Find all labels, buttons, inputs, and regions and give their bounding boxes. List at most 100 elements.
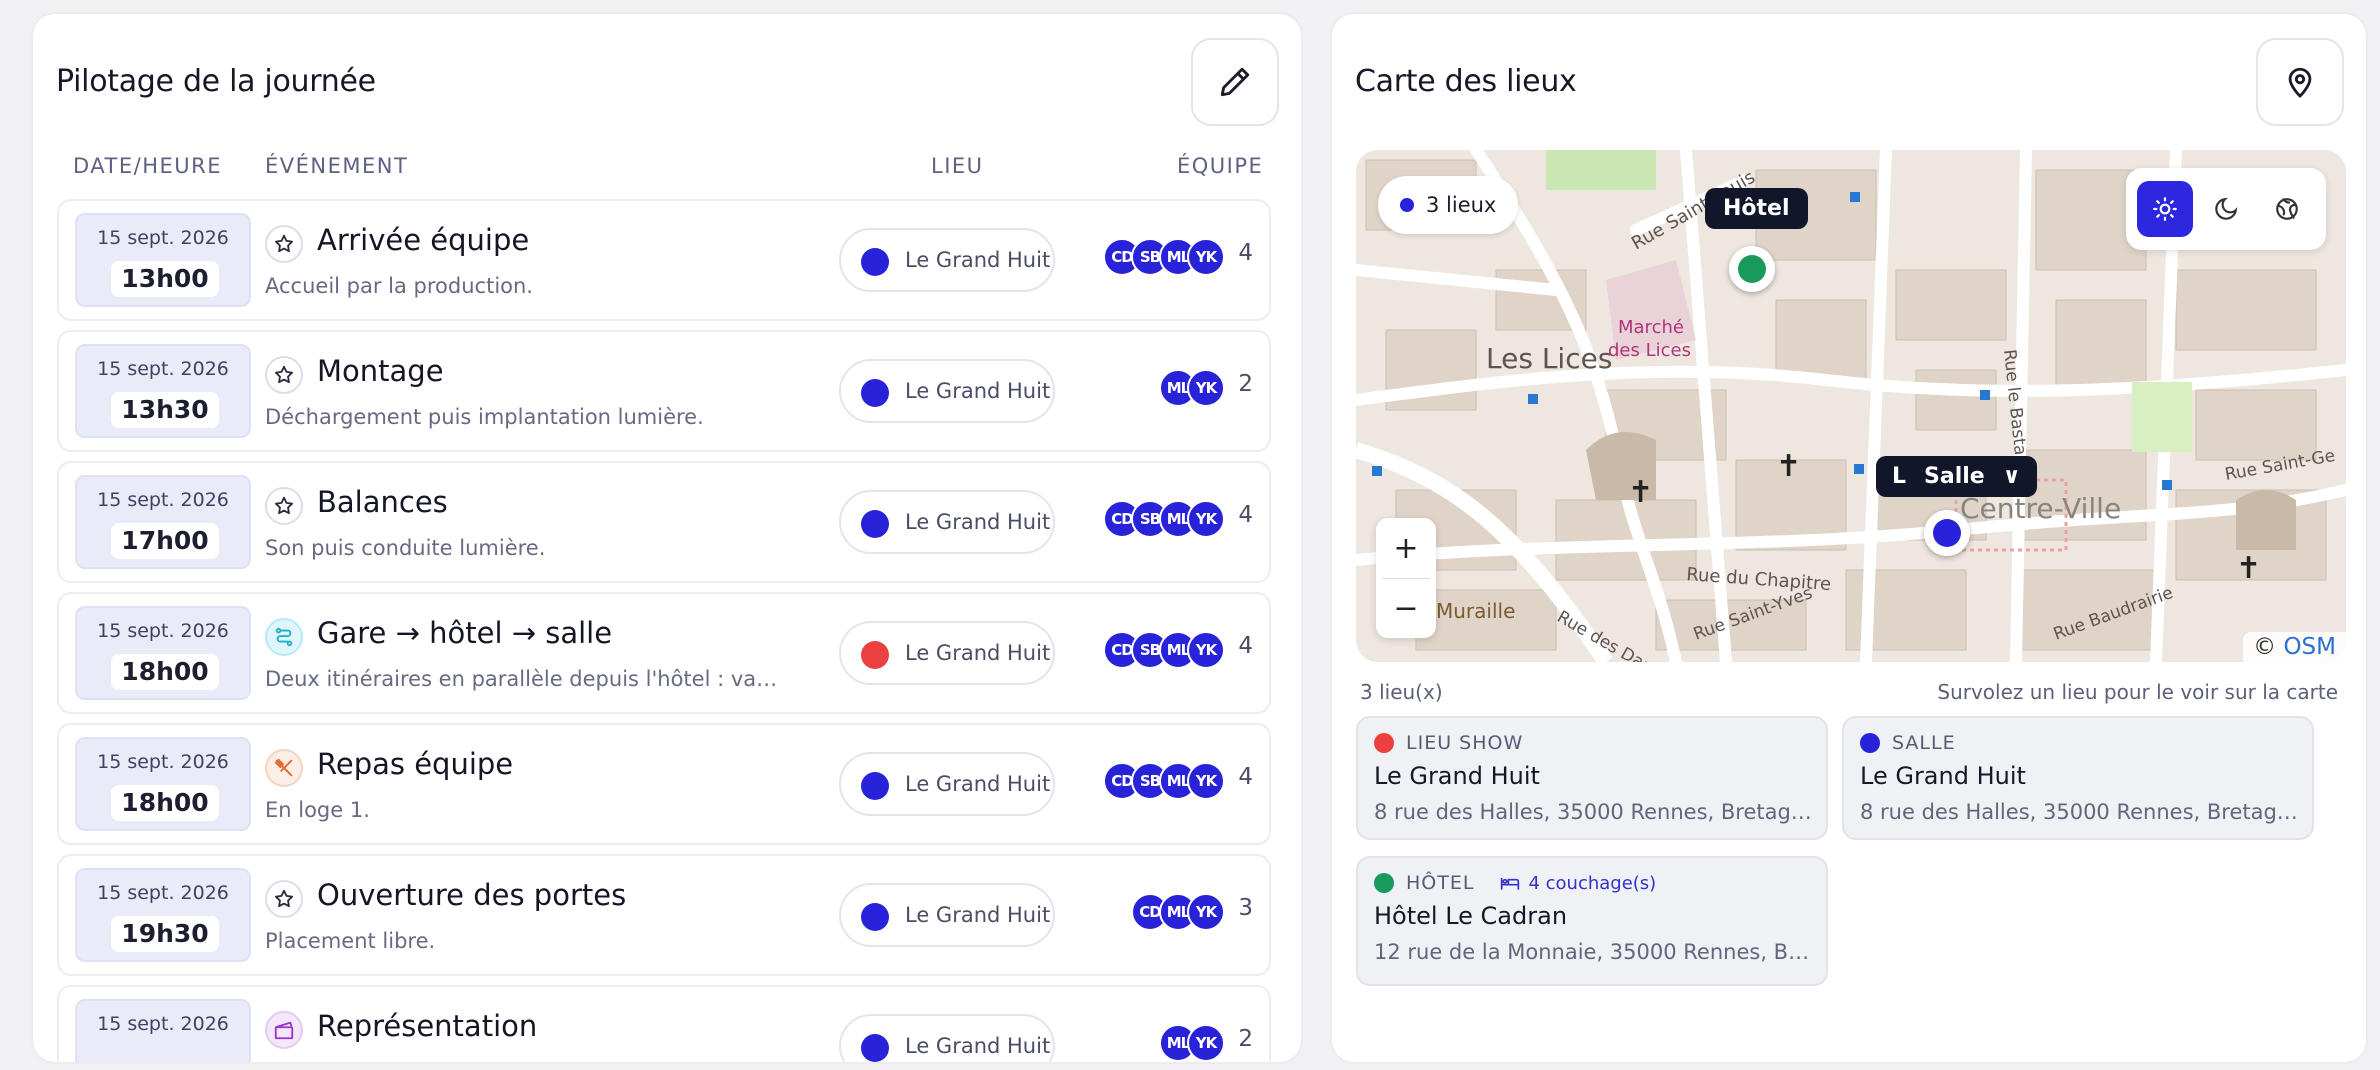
theme-satellite-button[interactable] [2259, 181, 2315, 237]
star-icon [265, 356, 303, 394]
lieu-label: Le Grand Huit [905, 772, 1051, 796]
event-date: 15 sept. 2026 [97, 358, 229, 380]
avatar[interactable]: YK [1187, 631, 1225, 669]
places-map-panel: Carte des lieux Les Lices Marché des Lic… [1330, 12, 2368, 1064]
pencil-icon [1220, 67, 1250, 97]
tooltip-title: Salle [1924, 464, 1985, 489]
map-attribution: © OSM [2243, 632, 2346, 662]
event-title: Arrivée équipe [317, 223, 530, 257]
lieux-count-label: 3 lieux [1426, 193, 1497, 217]
zoom-in-button[interactable]: + [1376, 518, 1436, 578]
edit-button[interactable] [1191, 38, 1279, 126]
category-label: SALLE [1892, 732, 1956, 754]
svg-text:Muraille: Muraille [1436, 599, 1515, 623]
lieu-dot-icon [861, 248, 889, 276]
beds-badge: 4 couchage(s) [1500, 873, 1656, 894]
theme-light-button[interactable] [2136, 181, 2193, 237]
lieu-chip[interactable]: Le Grand Huit [839, 621, 1055, 685]
lieu-chip[interactable]: Le Grand Huit [839, 752, 1055, 816]
lieu-dot-icon [861, 379, 889, 407]
map-pin-icon [2288, 67, 2312, 98]
column-team[interactable]: ÉQUIPE [1177, 154, 1263, 178]
svg-text:Marché: Marché [1618, 317, 1684, 338]
team-avatars: YK ML SB CD [1103, 500, 1225, 538]
place-address: 8 rue des Halles, 35000 Rennes, Bretagne… [1860, 800, 2300, 824]
lieu-chip[interactable]: Le Grand Huit [839, 228, 1055, 292]
lieu-label: Le Grand Huit [905, 641, 1051, 665]
event-row[interactable]: 15 sept. 2026 19h30 Ouverture des portes… [57, 854, 1271, 976]
lieu-chip[interactable]: Le Grand Huit [839, 883, 1055, 947]
hotel-tooltip: Hôtel [1705, 188, 1808, 229]
event-row[interactable]: 15 sept. 2026 Représentation Le Grand Hu… [57, 985, 1271, 1062]
event-title: Gare → hôtel → salle [317, 616, 613, 650]
event-description: Accueil par la production. [265, 274, 533, 298]
team-count: 3 [1238, 895, 1253, 921]
event-description: Deux itinéraires en parallèle depuis l'h… [265, 667, 785, 691]
team-count: 2 [1238, 1026, 1253, 1052]
map-view[interactable]: Les Lices Marché des Lices Centre-Ville … [1356, 150, 2346, 662]
date-time-box: 15 sept. 2026 17h00 [75, 475, 251, 569]
svg-text:✝: ✝ [1776, 449, 1801, 484]
theme-dark-button[interactable] [2198, 181, 2254, 237]
place-card[interactable]: HÔTEL 4 couchage(s) Hôtel Le Cadran 12 r… [1356, 856, 1828, 986]
event-date: 15 sept. 2026 [97, 1013, 229, 1035]
event-date: 15 sept. 2026 [97, 227, 229, 249]
avatar[interactable]: YK [1187, 238, 1225, 276]
category-label: LIEU SHOW [1406, 732, 1524, 754]
lieu-dot-icon [861, 641, 889, 669]
zoom-out-button[interactable]: − [1376, 578, 1436, 638]
event-time: 19h30 [111, 916, 219, 952]
column-event[interactable]: ÉVÉNEMENT [265, 154, 408, 178]
event-description: En loge 1. [265, 798, 370, 822]
event-row[interactable]: 15 sept. 2026 13h30 Montage Déchargement… [57, 330, 1271, 452]
event-description: Placement libre. [265, 929, 436, 953]
lieu-label: Le Grand Huit [905, 903, 1051, 927]
beds-label: 4 couchage(s) [1528, 872, 1657, 894]
place-card[interactable]: SALLE Le Grand Huit 8 rue des Halles, 35… [1842, 716, 2314, 840]
map-hint: Survolez un lieu pour le voir sur la car… [1937, 680, 2338, 704]
column-date[interactable]: DATE/HEURE [73, 154, 222, 178]
avatar[interactable]: YK [1187, 762, 1225, 800]
salle-marker[interactable] [1924, 510, 1970, 556]
panel-title: Pilotage de la journée [56, 64, 376, 99]
lieu-chip[interactable]: Le Grand Huit [839, 490, 1055, 554]
lieux-count-pill[interactable]: 3 lieux [1378, 176, 1519, 234]
map-label-lices: Les Lices [1486, 342, 1612, 375]
category-dot-icon [1860, 733, 1880, 753]
avatar[interactable]: YK [1187, 500, 1225, 538]
hotel-marker[interactable] [1729, 246, 1775, 292]
event-time: 18h00 [111, 654, 219, 690]
route-icon [265, 618, 303, 656]
day-schedule-panel: Pilotage de la journée DATE/HEURE ÉVÉNEM… [31, 12, 1303, 1064]
date-time-box: 15 sept. 2026 13h00 [75, 213, 251, 307]
event-date: 15 sept. 2026 [97, 489, 229, 511]
team-avatars: YK ML SB CD [1103, 238, 1225, 276]
sun-icon [2152, 197, 2177, 221]
event-row[interactable]: 15 sept. 2026 18h00 Gare → hôtel → salle… [57, 592, 1271, 714]
zoom-controls: + − [1376, 518, 1436, 638]
osm-link[interactable]: OSM [2283, 634, 2336, 660]
moon-icon [2215, 197, 2238, 220]
event-row[interactable]: 15 sept. 2026 17h00 Balances Son puis co… [57, 461, 1271, 583]
place-category: SALLE [1860, 732, 1956, 754]
column-lieu[interactable]: LIEU [931, 154, 984, 178]
place-card[interactable]: LIEU SHOW Le Grand Huit 8 rue des Halles… [1356, 716, 1828, 840]
avatar[interactable]: YK [1187, 1024, 1225, 1062]
lieu-chip[interactable]: Le Grand Huit [839, 1014, 1055, 1062]
avatar[interactable]: YK [1187, 893, 1225, 931]
locate-button[interactable] [2256, 38, 2344, 126]
team-avatars: YK ML SB CD [1103, 762, 1225, 800]
avatar[interactable]: YK [1187, 369, 1225, 407]
event-title: Représentation [317, 1009, 538, 1043]
event-date: 15 sept. 2026 [97, 882, 229, 904]
lieu-label: Le Grand Huit [905, 1034, 1051, 1058]
date-time-box: 15 sept. 2026 18h00 [75, 606, 251, 700]
event-row[interactable]: 15 sept. 2026 18h00 Repas équipe En loge… [57, 723, 1271, 845]
category-dot-icon [1374, 733, 1394, 753]
event-row[interactable]: 15 sept. 2026 13h00 Arrivée équipe Accue… [57, 199, 1271, 321]
lieu-chip[interactable]: Le Grand Huit [839, 359, 1055, 423]
places-count: 3 lieu(x) [1360, 680, 1443, 704]
team-count: 4 [1238, 502, 1253, 528]
star-icon [265, 487, 303, 525]
event-description: Son puis conduite lumière. [265, 536, 546, 560]
